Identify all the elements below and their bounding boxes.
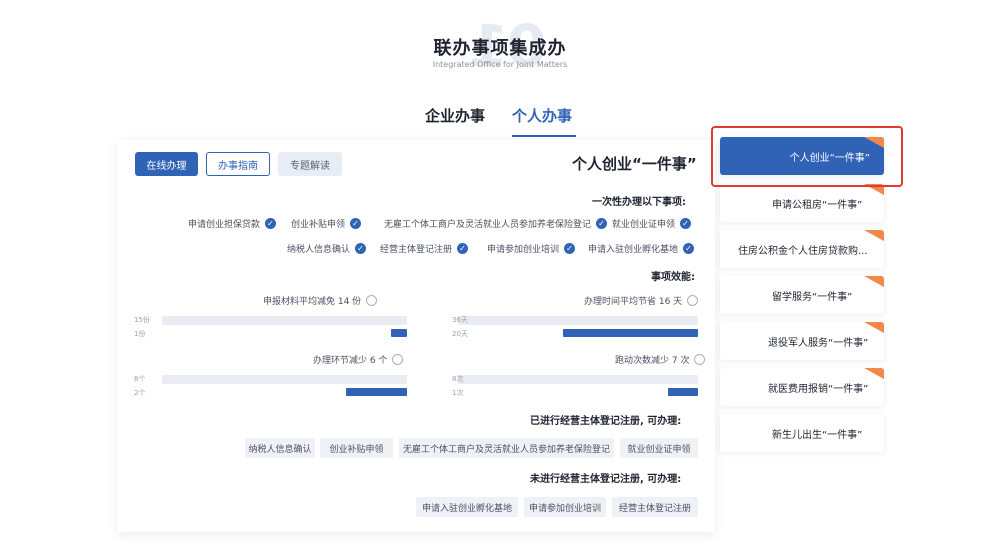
metric-steps-before-label: 8个	[134, 375, 146, 383]
metric-steps-after-bar	[346, 388, 407, 396]
unregistered-tag[interactable]: 申请参加创业培训	[524, 497, 606, 517]
sidebar-item-personal-startup[interactable]: 个人创业“一件事”	[720, 137, 884, 175]
check-icon: ✓	[355, 243, 367, 254]
hot-badge	[864, 276, 884, 287]
unregistered-section-title: 未进行经营主体登记注册, 可办理:	[530, 474, 682, 485]
hot-badge	[864, 322, 884, 333]
metric-materials-label: 申报材料平均减免 14 份	[263, 294, 378, 307]
once-item: 申请创业担保贷款 ✓	[188, 217, 277, 230]
check-icon: ✓	[683, 243, 695, 254]
registered-tag[interactable]: 纳税人信息确认	[245, 438, 315, 458]
online-apply-button[interactable]: 在线办理	[135, 152, 198, 176]
metric-steps-after-label: 2个	[134, 389, 146, 397]
clock-icon	[687, 295, 699, 306]
check-icon: ✓	[350, 218, 362, 229]
hot-badge	[864, 184, 884, 195]
registered-tag[interactable]: 创业补贴申领	[320, 438, 393, 458]
effect-section-title: 事项效能:	[651, 272, 695, 283]
metric-time-after-label: 20天	[452, 330, 468, 338]
tab-personal-affairs[interactable]: 个人办事	[512, 105, 572, 126]
sidebar-item-public-rental[interactable]: 申请公租房“一件事”	[720, 184, 884, 222]
metric-trips-before-bar	[458, 375, 698, 384]
topic-interpretation-button[interactable]: 专题解读	[278, 152, 342, 176]
sidebar-item-veteran-service[interactable]: 退役军人服务“一件事”	[720, 322, 884, 360]
check-icon: ✓	[265, 218, 277, 229]
check-icon: ✓	[457, 243, 469, 254]
check-icon: ✓	[564, 243, 576, 254]
hot-badge	[864, 368, 884, 379]
check-icon: ✓	[596, 218, 608, 229]
hot-badge	[864, 230, 884, 241]
metric-materials-before-label: 15份	[134, 316, 150, 324]
registered-tag[interactable]: 无雇工个体工商户及灵活就业人员参加养老保险登记	[399, 438, 614, 458]
metric-time-before-bar	[458, 316, 698, 325]
check-icon: ✓	[680, 218, 692, 229]
unregistered-tag[interactable]: 申请入驻创业孵化基地	[416, 497, 518, 517]
hot-badge	[864, 137, 884, 148]
sidebar-item-medical-reimbursement[interactable]: 就医费用报销“一件事”	[720, 368, 884, 406]
registered-section-title: 已进行经营主体登记注册, 可办理:	[530, 416, 682, 427]
once-item: 创业补贴申领 ✓	[291, 217, 362, 230]
once-item: 纳税人信息确认 ✓	[287, 242, 367, 255]
metric-steps-before-bar	[162, 375, 407, 384]
sidebar-item-housing-fund-loan[interactable]: 住房公积金个人住房贷款购...	[720, 230, 884, 268]
metric-time-before-label: 36天	[452, 316, 468, 324]
once-item: 申请入驻创业孵化基地 ✓	[588, 242, 695, 255]
once-item: 经营主体登记注册 ✓	[380, 242, 469, 255]
registered-tag[interactable]: 就业创业证申领	[620, 438, 698, 458]
sidebar-item-study-abroad[interactable]: 留学服务“一件事”	[720, 276, 884, 314]
metric-trips-after-bar	[668, 388, 698, 396]
page-subtitle: Integrated Office for Joint Matters	[432, 60, 568, 69]
once-item: 就业创业证申领 ✓	[612, 217, 692, 230]
metric-time-after-bar	[563, 329, 698, 337]
metric-materials-after-label: 1份	[134, 330, 146, 338]
service-guide-button[interactable]: 办事指南	[206, 152, 270, 176]
card-title: 个人创业“一件事”	[572, 155, 697, 173]
metric-materials-after-bar	[391, 329, 407, 337]
clock-icon	[392, 354, 404, 365]
metric-trips-before-label: 8次	[452, 375, 464, 383]
metric-trips-label: 跑动次数减少 7 次	[615, 353, 706, 366]
once-item: 申请参加创业培训 ✓	[487, 242, 576, 255]
metric-time-label: 办理时间平均节省 16 天	[584, 294, 699, 307]
page-title: 联办事项集成办	[433, 38, 567, 59]
tab-company-affairs[interactable]: 企业办事	[425, 105, 485, 126]
clock-icon	[366, 295, 378, 306]
once-section-title: 一次性办理以下事项:	[592, 197, 686, 208]
clock-icon	[694, 354, 706, 365]
active-tab-indicator	[512, 135, 576, 137]
metric-trips-after-label: 1次	[452, 389, 464, 397]
sidebar-item-newborn[interactable]: 新生儿出生“一件事”	[720, 414, 884, 452]
metric-materials-before-bar	[162, 316, 407, 325]
metric-steps-label: 办理环节减少 6 个	[313, 353, 404, 366]
once-item: 无雇工个体工商户及灵活就业人员参加养老保险登记 ✓	[384, 217, 608, 230]
unregistered-tag[interactable]: 经营主体登记注册	[612, 497, 698, 517]
